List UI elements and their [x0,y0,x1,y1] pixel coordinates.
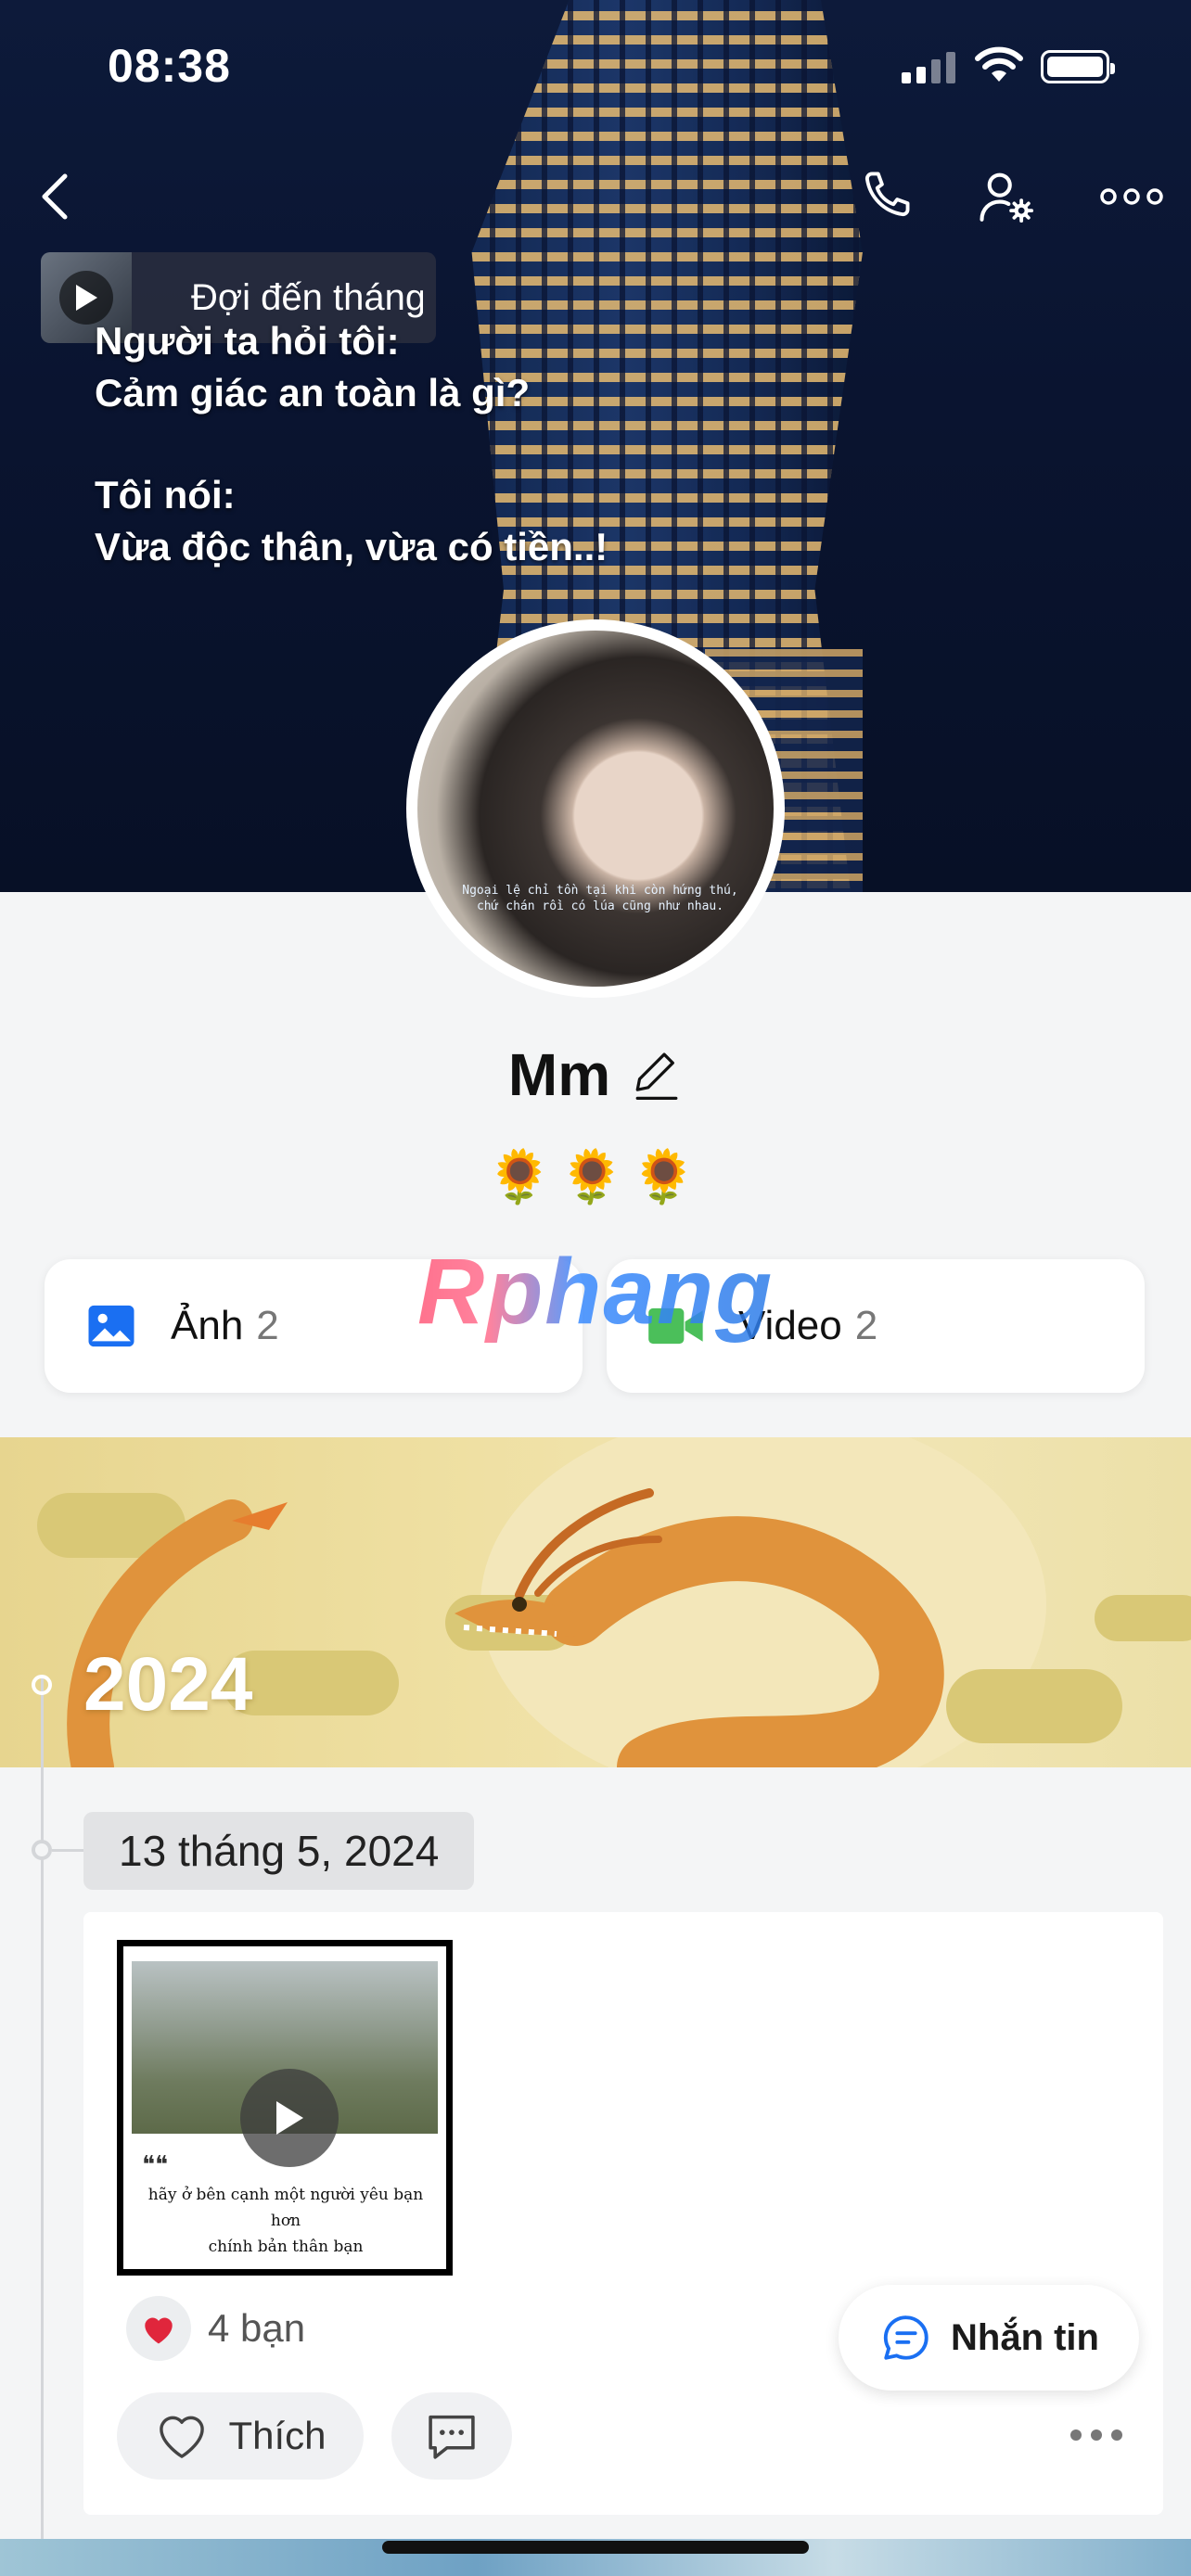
comment-button[interactable] [391,2392,512,2480]
chat-bubble-icon [883,2315,928,2360]
back-button[interactable] [19,159,93,234]
status-bar: 08:38 [0,0,1191,130]
like-label: Thích [228,2414,327,2457]
post-video[interactable]: ❝❝ hãy ở bên cạnh một người yêu bạn hơn … [117,1940,453,2276]
edit-pencil-icon[interactable] [631,1047,683,1103]
post-more-options-icon[interactable] [1070,2429,1122,2441]
play-icon[interactable] [240,2069,339,2167]
avatar-quote: Ngoại lệ chỉ tồn tại khi còn hứng thú, c… [447,883,753,914]
cover-caption-line: Cảm giác an toàn là gì? [95,371,531,414]
comment-icon [429,2415,475,2459]
home-indicator [382,2541,809,2554]
reaction-count: 4 bạn [208,2306,306,2350]
profile-name: Mm [507,1041,611,1108]
post-caption-line: chính bản thân bạn [208,2238,364,2256]
message-button-label: Nhắn tin [951,2316,1099,2358]
watermark-logo: Rphang [417,1240,775,1344]
avatar-image: Ngoại lệ chỉ tồn tại khi còn hứng thú, c… [417,631,774,987]
post-caption-line: hãy ở bên cạnh một người yêu bạn hơn [147,2186,424,2230]
timeline-date-chip: 13 tháng 5, 2024 [83,1812,475,1890]
more-horizontal-icon [1100,188,1163,205]
photos-tab-label: Ảnh [171,1303,244,1348]
user-settings-icon [980,172,1034,223]
photo-icon [88,1305,134,1347]
avatar-quote-line: chứ chán rồi có lúa cũng như nhau. [476,899,724,913]
post-card: ❝❝ hãy ở bên cạnh một người yêu bạn hơn … [83,1912,1163,2515]
cover-caption-line: Tôi nói: [95,473,236,516]
reaction-summary[interactable]: 4 bạn [126,2296,305,2361]
cover-caption-line: Vừa độc thân, vừa có tiền..! [95,525,608,568]
like-button[interactable]: Thích [117,2392,364,2480]
heart-outline-icon [160,2416,205,2458]
profile-bio: 🌻🌻🌻 [487,1147,704,1205]
phone-icon [864,172,910,217]
status-time: 08:38 [108,40,231,92]
wifi-icon [975,46,1023,82]
post-caption: hãy ở bên cạnh một người yêu bạn hơn chí… [133,2182,439,2260]
quote-mark: ❝❝ [142,2150,168,2178]
cellular-signal-icon [902,52,959,83]
message-button[interactable]: Nhắn tin [839,2285,1139,2391]
avatar[interactable]: Ngoại lệ chỉ tồn tại khi còn hứng thú, c… [406,619,785,998]
cover-caption-line: Người ta hỏi tôi: [95,319,400,363]
music-title: Đợi đến tháng [191,276,423,318]
call-button[interactable] [848,159,922,234]
photos-count: 2 [256,1303,279,1348]
profile-settings-button[interactable] [970,159,1044,234]
timeline-line [41,1678,44,2576]
profile-header: Mm [0,1040,1191,1109]
videos-count: 2 [854,1303,878,1348]
chevron-left-icon [42,173,68,220]
battery-icon [1041,50,1115,83]
timeline-year: 2024 [83,1642,253,1727]
timeline-date-dot [32,1840,52,1860]
avatar-quote-line: Ngoại lệ chỉ tồn tại khi còn hứng thú, [462,884,738,898]
timeline-year-dot [32,1675,52,1695]
more-options-button[interactable] [1095,159,1169,234]
heart-reaction-icon [126,2296,191,2361]
cover-caption: Người ta hỏi tôi: Cảm giác an toàn là gì… [95,315,608,573]
